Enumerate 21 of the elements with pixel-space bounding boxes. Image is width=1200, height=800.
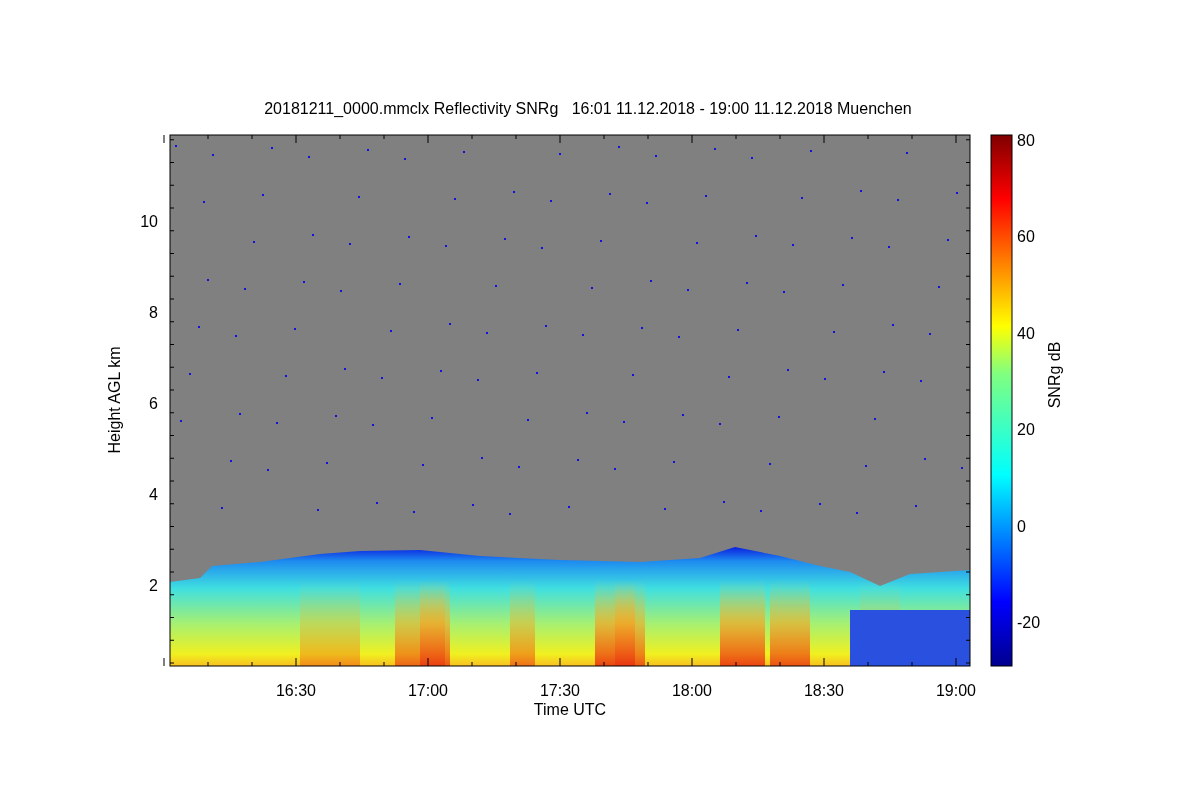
x-axis-label: Time UTC bbox=[533, 701, 607, 718]
chart-title: 20181211_0000.mmclx Reflectivity SNRg 16:01 11.12.2018 - 19:00 11.12.2018 Muenchen bbox=[264, 100, 912, 117]
y-tick-label: 6 bbox=[149, 395, 158, 412]
y-tick-label: 4 bbox=[149, 486, 158, 503]
colorbar-tick-label: 40 bbox=[1017, 324, 1035, 342]
x-tick-label: 16:30 bbox=[276, 682, 316, 699]
x-tick-label: 18:00 bbox=[672, 682, 712, 699]
y-tick-label: 10 bbox=[140, 213, 158, 230]
x-tick-label: 18:30 bbox=[804, 682, 844, 699]
y-tick-label: 8 bbox=[149, 304, 158, 321]
colorbar-tick-label: 60 bbox=[1017, 228, 1035, 245]
x-tick-label: 17:30 bbox=[540, 682, 580, 699]
x-tick-label: 17:00 bbox=[408, 682, 448, 699]
colorbar-tick-label: 20 bbox=[1017, 421, 1035, 438]
colorbar-tick-label: -20 bbox=[1017, 614, 1041, 631]
colorbar-tick-label: 80 bbox=[1017, 131, 1035, 149]
x-tick-label: 19:00 bbox=[936, 682, 976, 699]
colorbar-tick-label: 0 bbox=[1017, 517, 1026, 535]
y-axis-label: Height AGL km bbox=[106, 346, 123, 454]
colorbar-label: SNRg dB bbox=[1046, 341, 1063, 409]
y-tick-label: 2 bbox=[149, 577, 158, 594]
